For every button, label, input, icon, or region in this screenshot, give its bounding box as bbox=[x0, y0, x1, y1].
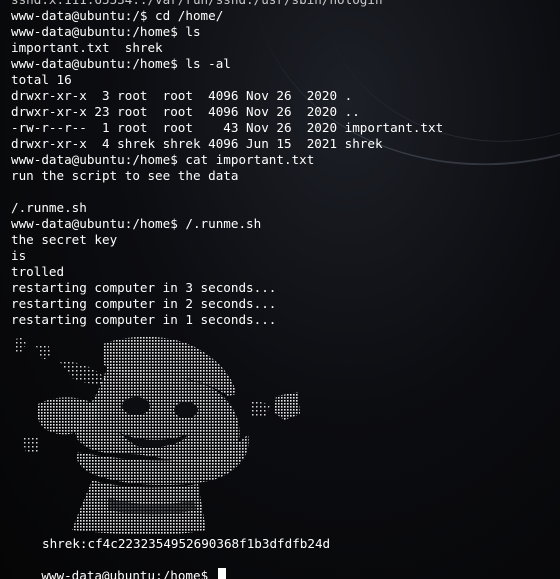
terminal-line: drwxr-xr-x 3 root root 4096 Nov 26 2020 … bbox=[11, 88, 353, 103]
terminal-window[interactable]: sshd:x:111:65534::/var/run/sshd:/usr/sbi… bbox=[0, 0, 560, 579]
ascii-art-shrek bbox=[8, 334, 308, 542]
terminal-line: www-data@ubuntu:/$ cd /home/ bbox=[11, 8, 224, 23]
prompt-text: www-data@ubuntu:/home$ bbox=[41, 568, 216, 579]
command-prompt[interactable]: www-data@ubuntu:/home$ bbox=[11, 552, 226, 579]
terminal-line: www-data@ubuntu:/home$ /.runme.sh bbox=[11, 216, 262, 231]
terminal-line: total 16 bbox=[11, 72, 72, 87]
terminal-line: trolled bbox=[11, 264, 65, 279]
terminal-line: drwxr-xr-x 23 root root 4096 Nov 26 2020… bbox=[11, 104, 360, 119]
terminal-line: /.runme.sh bbox=[11, 200, 87, 215]
terminal-line: www-data@ubuntu:/home$ ls bbox=[11, 24, 201, 39]
terminal-line: important.txt shrek bbox=[11, 40, 163, 55]
terminal-line: restarting computer in 3 seconds... bbox=[11, 280, 277, 295]
terminal-line: www-data@ubuntu:/home$ ls -al bbox=[11, 56, 231, 71]
terminal-line: the secret key bbox=[11, 232, 118, 247]
secret-key-output: shrek:cf4c2232354952690368f1b3dfdfb24d bbox=[42, 536, 331, 551]
terminal-line: run the script to see the data bbox=[11, 168, 239, 183]
terminal-line: drwxr-xr-x 4 shrek shrek 4096 Jun 15 202… bbox=[11, 136, 383, 151]
terminal-line: sshd:x:111:65534::/var/run/sshd:/usr/sbi… bbox=[11, 0, 443, 8]
text-cursor bbox=[217, 568, 226, 579]
terminal-output: sshd:x:111:65534::/var/run/sshd:/usr/sbi… bbox=[11, 0, 443, 328]
terminal-line: -rw-r--r-- 1 root root 43 Nov 26 2020 im… bbox=[11, 120, 444, 135]
terminal-line: restarting computer in 2 seconds... bbox=[11, 296, 277, 311]
terminal-line: is bbox=[11, 248, 27, 263]
terminal-line: restarting computer in 1 seconds... bbox=[11, 312, 277, 327]
terminal-line: www-data@ubuntu:/home$ cat important.txt bbox=[11, 152, 315, 167]
